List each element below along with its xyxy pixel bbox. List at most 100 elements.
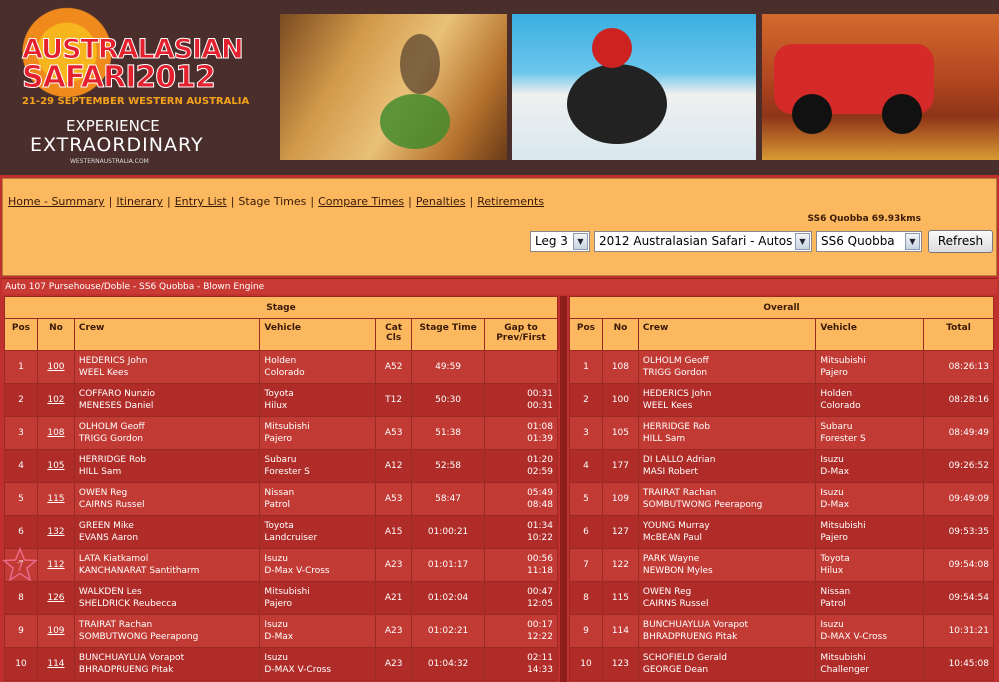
crew-line2: EVANS Aaron bbox=[78, 533, 139, 543]
crew-line2: NEWBON Myles bbox=[642, 566, 713, 576]
vehicle-line1: Nissan bbox=[820, 587, 851, 597]
stage-time-cell: 51:38 bbox=[411, 416, 486, 450]
crew-line2: BHRADPRUENG Pitak bbox=[78, 665, 174, 675]
logo-title-line2: SAFARI2012 bbox=[22, 60, 217, 96]
car-number-link[interactable]: 115 bbox=[47, 494, 64, 504]
crew-cell: TRAIRAT Rachan SOMBUTWONG Peerapong bbox=[637, 482, 817, 516]
pos-cell: 4 bbox=[569, 449, 603, 483]
cat-cell: A23 bbox=[375, 548, 413, 582]
pos-cell: 7 bbox=[569, 548, 603, 582]
table-row: 6 127 YOUNG Murray McBEAN Paul Mitsubishi Paj… bbox=[569, 515, 994, 549]
vehicle-line1: Subaru bbox=[820, 422, 853, 432]
vehicle-line1: Holden bbox=[264, 356, 297, 366]
nav-home-summary[interactable]: Home - Summary bbox=[8, 195, 105, 208]
vehicle-cell: Mitsubishi Pajero bbox=[259, 581, 377, 615]
event-select[interactable]: 2012 Australasian Safari - Autos ▼ bbox=[594, 231, 812, 252]
pos-cell: 2 bbox=[4, 383, 38, 417]
stage-select[interactable]: SS6 Quobba ▼ bbox=[816, 231, 922, 252]
stage-results-table: Stage Pos No Crew Vehicle Cat Cls Stage … bbox=[4, 296, 558, 681]
col-crew: Crew bbox=[73, 318, 261, 351]
pos-cell: 1 bbox=[569, 350, 603, 384]
crew-line1: BUNCHUAYLUA Vorapot bbox=[78, 653, 185, 663]
stage-time-cell: 01:00:21 bbox=[411, 515, 486, 549]
col-stage-time: Stage Time bbox=[411, 318, 486, 351]
vehicle-line2: Forester S bbox=[264, 467, 310, 477]
vehicle-line1: Isuzu bbox=[264, 554, 288, 564]
car-number-link[interactable]: 132 bbox=[47, 527, 64, 537]
total-cell: 09:49:09 bbox=[923, 482, 994, 516]
gap-cell: 00:31 00:31 bbox=[484, 383, 558, 417]
no-cell: 112 bbox=[36, 548, 75, 582]
vehicle-cell: Isuzu D-Max V-Cross bbox=[259, 548, 377, 582]
car-number-link[interactable]: 126 bbox=[47, 593, 64, 603]
vehicle-cell: Mitsubishi Pajero bbox=[815, 350, 925, 384]
gap-line2: 01:39 bbox=[527, 434, 553, 444]
event-logo[interactable]: AUSTRALASIAN SAFARI2012 21-29 SEPTEMBER … bbox=[0, 0, 278, 175]
crew-cell: HERRIDGE Rob HILL Sam bbox=[73, 449, 261, 483]
vehicle-line2: D-MAX V-Cross bbox=[264, 665, 332, 675]
stage-select-value: SS6 Quobba bbox=[821, 234, 895, 248]
photo-ute bbox=[762, 14, 999, 160]
car-number-link[interactable]: 100 bbox=[47, 362, 64, 372]
col-crew: Crew bbox=[637, 318, 817, 351]
vehicle-line1: Mitsubishi bbox=[820, 521, 866, 531]
vehicle-cell: Mitsubishi Challenger bbox=[815, 647, 925, 681]
crew-line1: DI LALLO Adrian bbox=[642, 455, 716, 465]
no-cell: 177 bbox=[601, 449, 639, 483]
crew-cell: COFFARO Nunzio MENESES Daniel bbox=[73, 383, 261, 417]
vehicle-line2: D-Max V-Cross bbox=[264, 566, 330, 576]
car-number-link[interactable]: 114 bbox=[47, 659, 64, 669]
crew-cell: HEDERICS John WEEL Kees bbox=[637, 383, 817, 417]
crew-cell: HEDERICS John WEEL Kees bbox=[73, 350, 261, 384]
car-number-link[interactable]: 105 bbox=[47, 461, 64, 471]
nav-itinerary[interactable]: Itinerary bbox=[116, 195, 163, 208]
cat-cell: A23 bbox=[375, 614, 413, 648]
leg-select[interactable]: Leg 3 ▼ bbox=[530, 231, 590, 252]
vehicle-line1: Subaru bbox=[264, 455, 297, 465]
stage-time-cell: 01:04:32 bbox=[411, 647, 486, 681]
crew-line2: TRIGG Gordon bbox=[642, 368, 708, 378]
pos-cell: 10 bbox=[569, 647, 603, 681]
car-number-link[interactable]: 108 bbox=[47, 428, 64, 438]
pos-cell: 8 bbox=[569, 581, 603, 615]
table-row: 7 122 PARK Wayne NEWBON Myles Toyota Hilux 09:… bbox=[569, 548, 994, 582]
refresh-button[interactable]: Refresh bbox=[928, 230, 993, 253]
crew-cell: SCHOFIELD Gerald GEORGE Dean bbox=[637, 647, 817, 681]
gap-cell: 01:08 01:39 bbox=[484, 416, 558, 450]
col-vehicle: Vehicle bbox=[815, 318, 925, 351]
col-no: No bbox=[36, 318, 75, 351]
stage-distance-label: SS6 Quobba 69.93kms bbox=[807, 214, 921, 224]
vehicle-line2: Forester S bbox=[820, 434, 866, 444]
total-cell: 09:26:52 bbox=[923, 449, 994, 483]
car-number-link[interactable]: 102 bbox=[47, 395, 64, 405]
table-row: 8 115 OWEN Reg CAIRNS Russel Nissan Patrol 09:… bbox=[569, 581, 994, 615]
cat-cell: A52 bbox=[375, 350, 413, 384]
vehicle-line2: Challenger bbox=[820, 665, 870, 675]
vehicle-line2: D-MAX V-Cross bbox=[820, 632, 888, 642]
crew-line2: CAIRNS Russel bbox=[642, 599, 709, 609]
nav-penalties[interactable]: Penalties bbox=[416, 195, 466, 208]
gap-line2: 10:22 bbox=[527, 533, 553, 543]
vehicle-line2: D-Max bbox=[820, 467, 850, 477]
vehicle-line1: Toyota bbox=[264, 521, 294, 531]
gap-cell: 00:56 11:18 bbox=[484, 548, 558, 582]
car-number-link[interactable]: 109 bbox=[47, 626, 64, 636]
stage-time-cell: 58:47 bbox=[411, 482, 486, 516]
nav-separator: | bbox=[469, 195, 474, 208]
nav-retirements[interactable]: Retirements bbox=[477, 195, 544, 208]
vehicle-line2: Hilux bbox=[264, 401, 288, 411]
car-number-link[interactable]: 112 bbox=[47, 560, 64, 570]
nav-entry-list[interactable]: Entry List bbox=[175, 195, 227, 208]
total-cell: 08:28:16 bbox=[923, 383, 994, 417]
gap-line1: 02:11 bbox=[527, 653, 553, 663]
nav-compare-times[interactable]: Compare Times bbox=[318, 195, 404, 208]
table-row: 6 132 GREEN Mike EVANS Aaron Toyota Landcruis… bbox=[4, 515, 558, 549]
vehicle-cell: Nissan Patrol bbox=[259, 482, 377, 516]
crew-cell: BUNCHUAYLUA Vorapot BHRADPRUENG Pitak bbox=[73, 647, 261, 681]
vehicle-cell: Nissan Patrol bbox=[815, 581, 925, 615]
crew-cell: TRAIRAT Rachan SOMBUTWONG Peerapong bbox=[73, 614, 261, 648]
no-cell: 100 bbox=[601, 383, 639, 417]
crew-line1: PARK Wayne bbox=[642, 554, 700, 564]
crew-line1: HERRIDGE Rob bbox=[642, 422, 711, 432]
header-banner: AUSTRALASIAN SAFARI2012 21-29 SEPTEMBER … bbox=[0, 0, 999, 175]
